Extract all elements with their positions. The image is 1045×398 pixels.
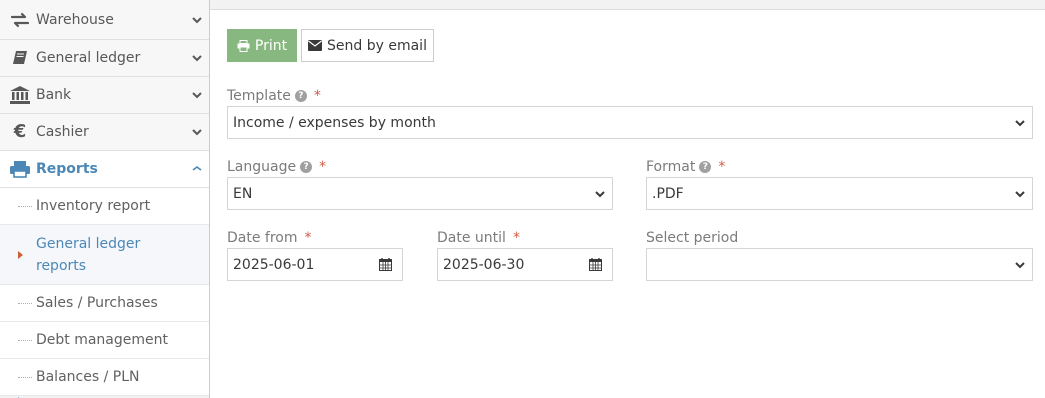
date-from-calendar-button[interactable]: [368, 248, 403, 281]
sidebar: Warehouse General ledger Bank € Cashier …: [0, 0, 210, 398]
help-icon[interactable]: ?: [699, 161, 712, 173]
required-marker: *: [718, 159, 726, 175]
submenu-item-label: Inventory report: [36, 198, 151, 214]
template-select[interactable]: Income / expenses by month: [227, 106, 1033, 139]
sidebar-item-label: Warehouse: [36, 11, 114, 28]
template-label: Template ? *: [227, 88, 321, 104]
required-marker: *: [512, 230, 520, 246]
exchange-icon: [8, 9, 32, 31]
submenu-item-label: Sales / Purchases: [36, 295, 158, 311]
help-icon[interactable]: ?: [300, 161, 313, 173]
sidebar-item-label: General ledger: [36, 50, 141, 66]
sidebar-item-label: Reports: [36, 161, 98, 177]
sidebar-item-cashier[interactable]: € Cashier: [0, 114, 209, 151]
sidebar-item-warehouse[interactable]: Warehouse: [0, 0, 209, 40]
required-marker: *: [313, 88, 321, 104]
tree-connector: [18, 340, 32, 341]
date-until-input[interactable]: 2025-06-30: [437, 248, 579, 281]
submenu-item-sales-purchases[interactable]: Sales / Purchases: [0, 285, 209, 322]
language-select[interactable]: EN: [227, 177, 613, 210]
chevron-up-icon: [192, 166, 202, 171]
chevron-down-icon: [1015, 261, 1025, 268]
sidebar-item-general-ledger[interactable]: General ledger: [0, 40, 209, 77]
chevron-down-icon: [192, 129, 202, 136]
chevron-down-icon: [192, 92, 202, 99]
language-label: Language ? *: [227, 159, 327, 175]
tree-connector: [18, 377, 32, 378]
book-icon: [8, 47, 32, 69]
tree-connector: [18, 206, 32, 207]
euro-icon: €: [13, 121, 27, 142]
submenu-item-label: Balances / PLN: [36, 369, 140, 385]
print-icon: [237, 39, 250, 52]
calendar-icon: [378, 258, 392, 271]
submenu-item-debt-management[interactable]: Debt management: [0, 322, 209, 359]
print-button[interactable]: Print: [227, 29, 297, 62]
send-email-button-label: Send by email: [327, 37, 427, 54]
top-bar: [210, 0, 1045, 10]
chevron-down-icon: [192, 16, 202, 23]
date-until-label: Date until *: [437, 230, 520, 246]
chevron-down-icon: [192, 55, 202, 62]
submenu-item-label: Debt management: [36, 332, 169, 348]
date-from-value: 2025-06-01: [233, 256, 315, 273]
format-select[interactable]: .PDF: [646, 177, 1033, 210]
date-until-calendar-button[interactable]: [578, 248, 613, 281]
required-marker: *: [304, 230, 312, 246]
sidebar-item-reports[interactable]: Reports: [0, 151, 209, 188]
date-until-value: 2025-06-30: [443, 256, 525, 273]
reports-submenu: Inventory report General ledger reports …: [0, 188, 209, 396]
select-period-label: Select period: [646, 230, 739, 246]
sidebar-item-label: Cashier: [36, 124, 89, 140]
chevron-down-icon: [1015, 190, 1025, 197]
print-icon: [8, 158, 32, 180]
print-button-label: Print: [254, 37, 288, 54]
sidebar-item-label: Bank: [36, 87, 72, 103]
format-label: Format ? *: [646, 159, 726, 175]
envelope-icon: [308, 40, 323, 51]
submenu-item-inventory-report[interactable]: Inventory report: [0, 188, 209, 225]
active-caret-icon: [18, 250, 23, 259]
submenu-item-general-ledger-reports[interactable]: General ledger reports: [0, 225, 209, 285]
chevron-down-icon: [595, 190, 605, 197]
select-period-select[interactable]: [646, 248, 1033, 281]
submenu-item-balances-pln[interactable]: Balances / PLN: [0, 359, 209, 396]
date-from-input[interactable]: 2025-06-01: [227, 248, 369, 281]
bank-icon: [8, 84, 32, 106]
language-select-value: EN: [233, 185, 253, 202]
tree-connector: [18, 303, 32, 304]
required-marker: *: [319, 159, 327, 175]
date-from-label: Date from *: [227, 230, 312, 246]
sidebar-item-bank[interactable]: Bank: [0, 77, 209, 114]
submenu-item-label: General ledger reports: [36, 235, 141, 274]
chevron-down-icon: [1015, 119, 1025, 126]
format-select-value: .PDF: [652, 185, 684, 202]
help-icon[interactable]: ?: [294, 90, 307, 102]
template-select-value: Income / expenses by month: [233, 114, 436, 131]
calendar-icon: [588, 258, 602, 271]
send-email-button[interactable]: Send by email: [301, 29, 434, 62]
